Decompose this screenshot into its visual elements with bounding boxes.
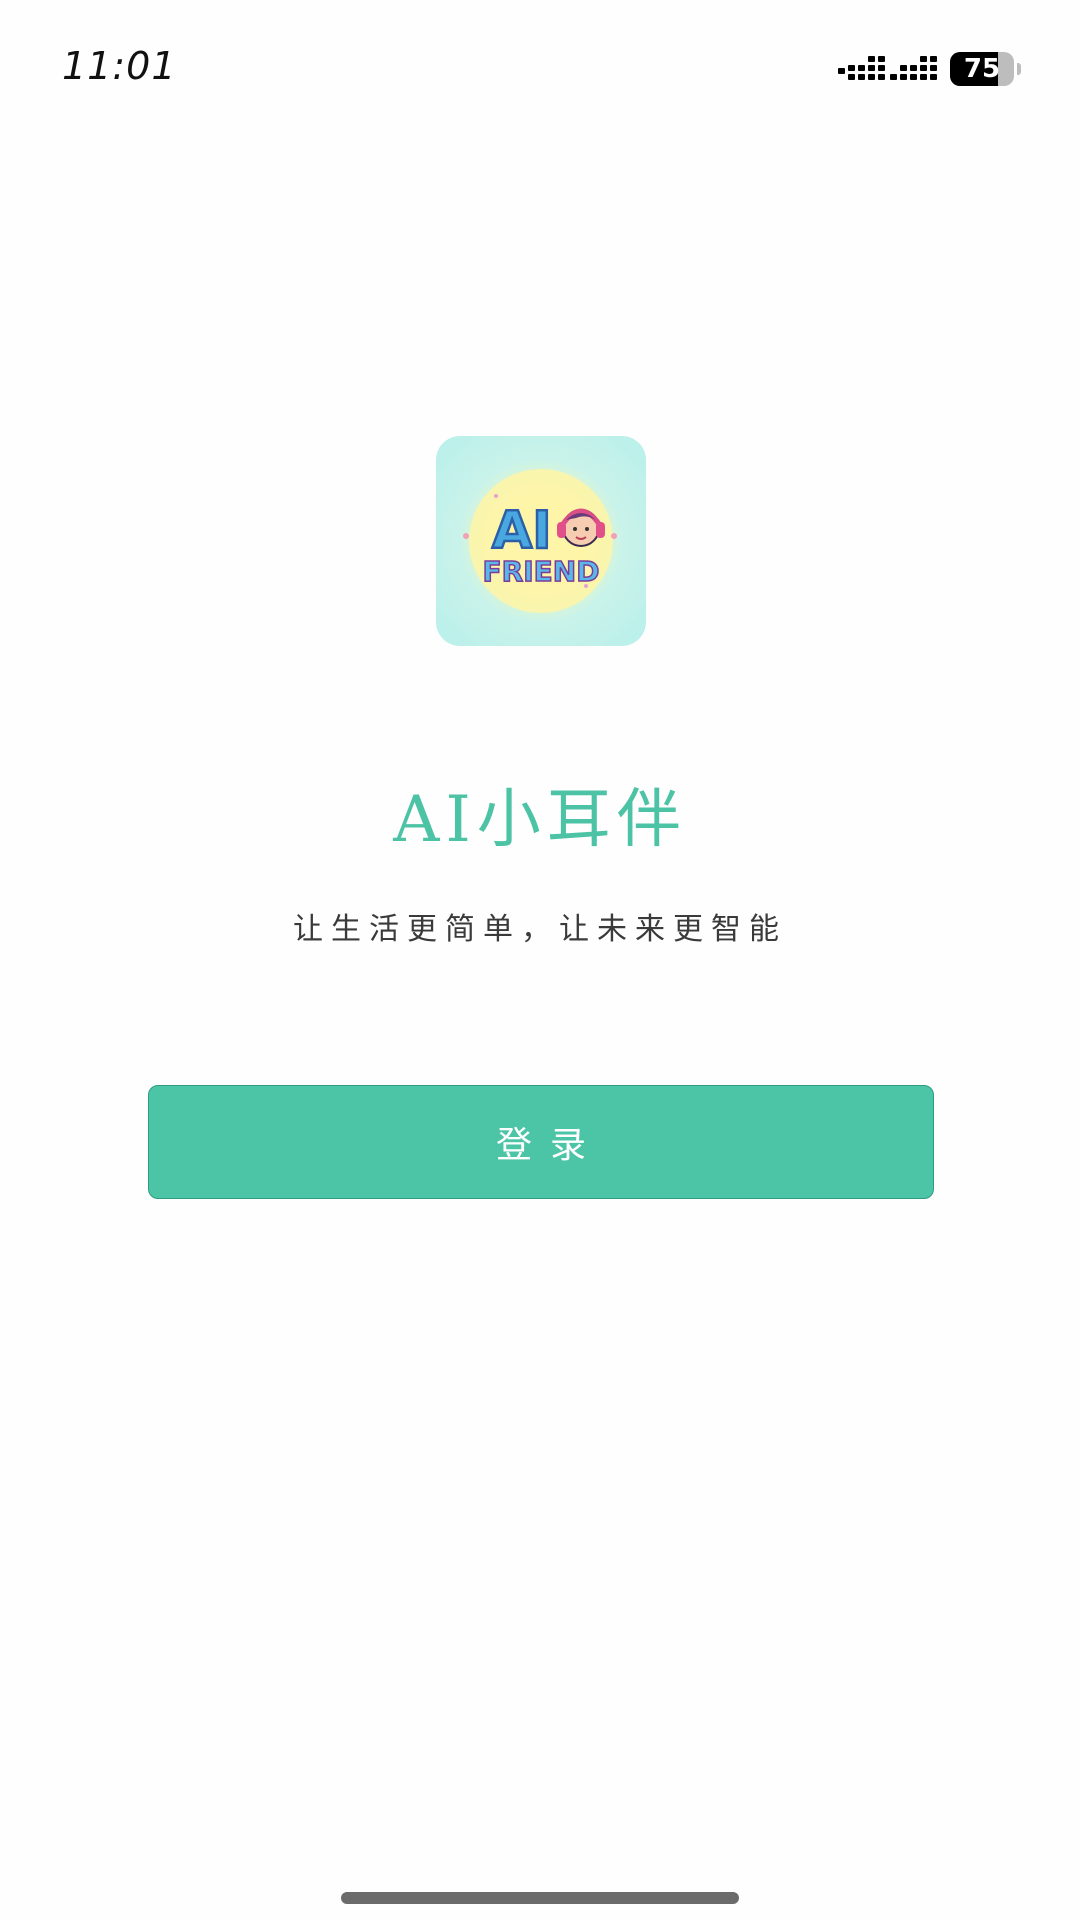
headphone-kid-logo-icon: AI FRIEND [463,469,617,613]
login-button-label: 登录 [495,1125,604,1166]
battery-icon: 75 [950,52,1014,86]
app-subtitle: 让生活更简单，让未来更智能 [293,912,787,947]
battery-tip [1017,63,1021,75]
battery-percent: 75 [963,54,1001,84]
logo-line1: AI [492,501,552,561]
status-time: 11:01 [62,44,177,88]
cellular-signal-icon-1 [838,56,885,80]
app-title: AI小耳伴 [393,783,687,857]
app-logo: AI FRIEND [436,436,646,646]
home-indicator[interactable] [341,1892,739,1904]
logo-line2: FRIEND [483,555,600,588]
login-button[interactable]: 登录 [148,1085,934,1199]
cellular-signal-icon-2 [890,56,937,80]
login-screen: 11:01 75 AI FRIEND AI小耳伴 让生活更简单，让未来更智能 登… [0,0,1080,1920]
